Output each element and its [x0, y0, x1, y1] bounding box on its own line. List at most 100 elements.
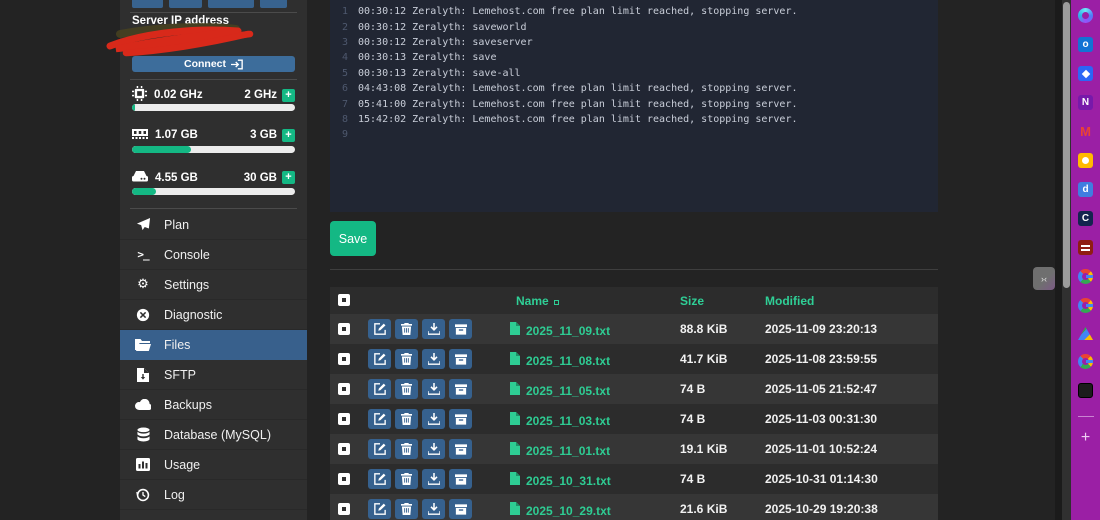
table-row: 2025_11_03.txt 74 B 2025-11-03 00:31:30 — [330, 404, 938, 434]
archive-file-button[interactable] — [449, 379, 472, 399]
server-control-button-4[interactable] — [260, 0, 287, 8]
delete-file-button[interactable] — [395, 469, 418, 489]
outlook-icon[interactable]: o — [1078, 37, 1093, 52]
sidebar-item-database[interactable]: Database (MySQL) — [120, 420, 307, 450]
file-modified: 2025-11-01 10:52:24 — [765, 442, 878, 456]
download-file-button[interactable] — [422, 499, 445, 519]
archive-file-button[interactable] — [449, 349, 472, 369]
c-bookmark-icon[interactable]: C — [1078, 211, 1093, 226]
file-size: 74 B — [680, 412, 706, 426]
row-checkbox[interactable] — [338, 323, 350, 335]
archive-file-button[interactable] — [449, 409, 472, 429]
gmail-icon[interactable]: M — [1078, 124, 1093, 139]
archive-file-button[interactable] — [449, 319, 472, 339]
file-size: 19.1 KiB — [680, 442, 728, 456]
delete-file-button[interactable] — [395, 379, 418, 399]
file-link[interactable]: 2025_10_29.txt — [526, 504, 611, 518]
download-file-button[interactable] — [422, 469, 445, 489]
server-control-button-3[interactable] — [208, 0, 254, 8]
edit-file-button[interactable] — [368, 379, 391, 399]
console-log-editor[interactable]: 1 00:30:12 Zeralyth: Lemehost.com free pl… — [330, 0, 938, 212]
sidebar-item-sftp[interactable]: SFTP — [120, 360, 307, 390]
archive-file-button[interactable] — [449, 469, 472, 489]
onenote-icon[interactable]: N — [1078, 95, 1093, 110]
line-number: 7 — [341, 98, 348, 110]
download-file-button[interactable] — [422, 319, 445, 339]
delete-file-button[interactable] — [395, 409, 418, 429]
file-link[interactable]: 2025_11_09.txt — [526, 324, 610, 338]
edit-file-button[interactable] — [368, 499, 391, 519]
delete-file-button[interactable] — [395, 319, 418, 339]
edit-file-button[interactable] — [368, 409, 391, 429]
google-icon[interactable] — [1078, 354, 1093, 369]
circle-x-icon — [134, 308, 152, 322]
name-column-header[interactable]: Name — [516, 294, 559, 308]
drive-icon[interactable] — [1078, 327, 1093, 340]
archive-file-button[interactable] — [449, 499, 472, 519]
delete-file-button[interactable] — [395, 349, 418, 369]
row-checkbox[interactable] — [338, 443, 350, 455]
file-link[interactable]: 2025_10_31.txt — [526, 474, 611, 488]
file-link[interactable]: 2025_11_03.txt — [526, 414, 610, 428]
edit-file-button[interactable] — [368, 439, 391, 459]
storage-used: 4.55 GB — [155, 171, 198, 184]
row-checkbox[interactable] — [338, 413, 350, 425]
row-checkbox[interactable] — [338, 353, 350, 365]
sidebar-item-log[interactable]: Log — [120, 480, 307, 510]
add-memory-button[interactable]: + — [282, 128, 295, 142]
download-file-button[interactable] — [422, 409, 445, 429]
d-bookmark-icon[interactable]: d — [1078, 182, 1093, 197]
server-control-buttons — [132, 0, 287, 8]
delete-file-button[interactable] — [395, 499, 418, 519]
sidebar-collapse-handle[interactable]: ›‹ — [1033, 267, 1055, 290]
delete-file-button[interactable] — [395, 439, 418, 459]
cpu-progress-bar — [132, 104, 295, 111]
download-file-button[interactable] — [422, 379, 445, 399]
server-control-button-2[interactable] — [169, 0, 202, 8]
designer-icon[interactable] — [1078, 66, 1093, 81]
line-number: 8 — [341, 113, 348, 125]
browser-favorites-bar: o N M d C + — [1071, 0, 1100, 520]
add-favorite-button[interactable]: + — [1081, 430, 1090, 446]
select-all-checkbox[interactable] — [338, 294, 350, 306]
add-cpu-button[interactable]: + — [282, 88, 295, 102]
row-checkbox[interactable] — [338, 383, 350, 395]
server-control-button-1[interactable] — [132, 0, 163, 8]
divider — [330, 269, 938, 270]
table-row: 2025_11_08.txt 41.7 KiB 2025-11-08 23:59… — [330, 344, 938, 374]
edit-file-button[interactable] — [368, 319, 391, 339]
line-number: 2 — [341, 21, 348, 33]
google-icon[interactable] — [1078, 269, 1093, 284]
edit-file-button[interactable] — [368, 349, 391, 369]
save-button[interactable]: Save — [330, 221, 376, 256]
google-icon[interactable] — [1078, 298, 1093, 313]
keep-icon[interactable] — [1078, 153, 1093, 168]
edit-file-button[interactable] — [368, 469, 391, 489]
sidebar-item-plan[interactable]: Plan — [120, 210, 307, 240]
sidebar-item-diagnostic[interactable]: Diagnostic — [120, 300, 307, 330]
sidebar-item-files[interactable]: Files — [120, 330, 307, 360]
download-file-button[interactable] — [422, 349, 445, 369]
bible-icon[interactable] — [1078, 240, 1093, 255]
storage-progress-bar — [132, 188, 295, 195]
file-icon — [510, 322, 520, 340]
sidebar-item-usage[interactable]: Usage — [120, 450, 307, 480]
sidebar-item-console[interactable]: >_ Console — [120, 240, 307, 270]
redaction-scribble — [106, 22, 254, 57]
download-file-button[interactable] — [422, 439, 445, 459]
file-link[interactable]: 2025_11_08.txt — [526, 354, 610, 368]
page-scrollbar[interactable] — [1062, 0, 1071, 520]
file-modified: 2025-11-08 23:59:55 — [765, 352, 878, 366]
file-link[interactable]: 2025_11_05.txt — [526, 384, 610, 398]
row-checkbox[interactable] — [338, 503, 350, 515]
sidebar-item-settings[interactable]: ⚙ Settings — [120, 270, 307, 300]
add-storage-button[interactable]: + — [282, 171, 295, 184]
gears-icon: ⚙ — [137, 277, 149, 292]
archive-file-button[interactable] — [449, 439, 472, 459]
photo-icon[interactable] — [1078, 383, 1093, 398]
copilot-icon[interactable] — [1078, 8, 1093, 23]
file-link[interactable]: 2025_11_01.txt — [526, 444, 610, 458]
sidebar-item-backups[interactable]: Backups — [120, 390, 307, 420]
scrollbar-thumb[interactable] — [1063, 2, 1070, 288]
row-checkbox[interactable] — [338, 473, 350, 485]
